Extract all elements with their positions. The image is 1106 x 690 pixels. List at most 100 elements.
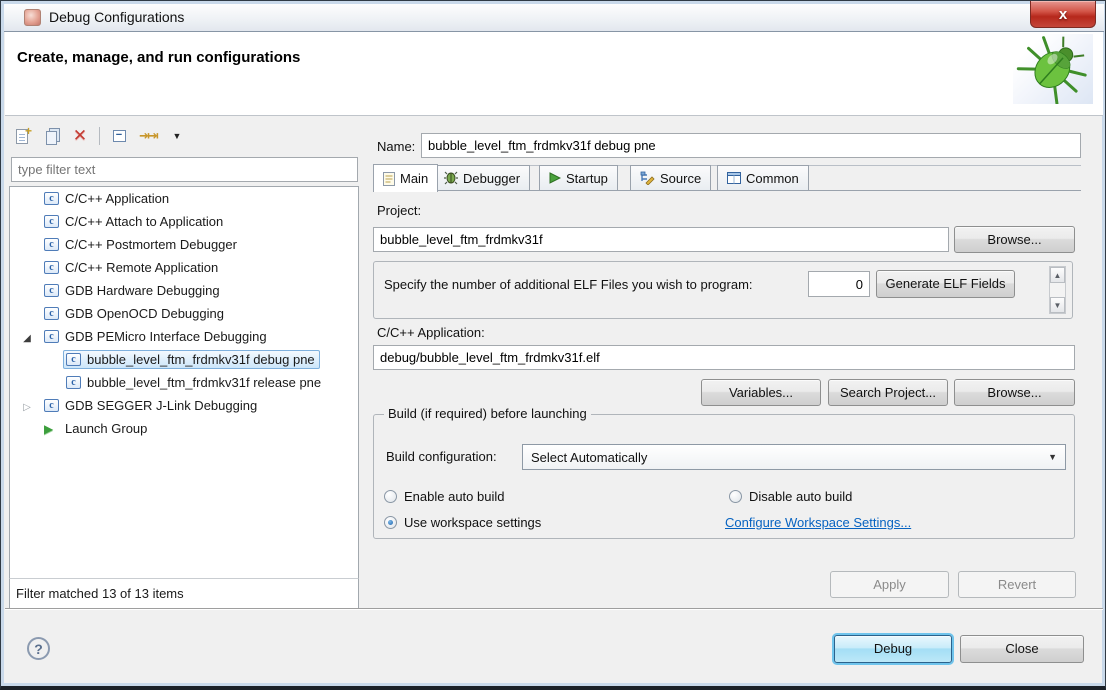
name-label: Name: — [377, 139, 415, 154]
c-source-icon: c — [66, 353, 81, 366]
tree-item-cpp-remote[interactable]: c C/C++ Remote Application — [10, 256, 358, 279]
table-icon — [727, 172, 741, 184]
debug-bug-image — [1013, 34, 1093, 104]
delete-configuration-icon[interactable]: ✕ — [69, 125, 91, 147]
debug-configurations-dialog: Debug Configurations x Create, manage, a… — [0, 0, 1106, 690]
close-button[interactable]: Close — [960, 635, 1084, 663]
c-source-icon: c — [44, 192, 59, 205]
expanded-arrow-icon[interactable]: ◢ — [23, 333, 31, 344]
elf-count-input[interactable] — [808, 271, 870, 297]
tab-common[interactable]: Common — [717, 165, 809, 191]
configurations-tree[interactable]: c C/C++ Application c C/C++ Attach to Ap… — [9, 186, 359, 579]
header-title: Create, manage, and run configurations — [17, 49, 300, 66]
combo-dropdown-icon: ▼ — [1048, 452, 1057, 462]
c-source-icon: c — [44, 307, 59, 320]
c-source-icon: c — [44, 261, 59, 274]
title-bar[interactable]: Debug Configurations x — [4, 4, 1104, 32]
filter-status: Filter matched 13 of 13 items — [9, 578, 359, 609]
tree-item-gdb-segger[interactable]: ▷ c GDB SEGGER J-Link Debugging — [10, 394, 358, 417]
toolbar-menu-arrow-icon[interactable]: ▼ — [166, 125, 188, 147]
tab-startup[interactable]: Startup — [539, 165, 618, 191]
tree-item-label: C/C++ Postmortem Debugger — [65, 237, 237, 252]
scroll-up-icon[interactable]: ▲ — [1050, 267, 1065, 283]
project-label: Project: — [377, 203, 421, 218]
radio-label: Use workspace settings — [404, 515, 541, 530]
tree-item-bubble-release[interactable]: c bubble_level_ftm_frdmkv31f release pne — [10, 371, 358, 394]
radio-unchecked-icon[interactable] — [729, 490, 742, 503]
revert-button[interactable]: Revert — [958, 571, 1076, 598]
tree-item-label: C/C++ Application — [65, 191, 169, 206]
variables-button[interactable]: Variables... — [701, 379, 821, 406]
source-lookup-icon — [640, 171, 655, 185]
tree-item-label: bubble_level_ftm_frdmkv31f release pne — [87, 375, 321, 390]
radio-checked-icon[interactable] — [384, 516, 397, 529]
window-title: Debug Configurations — [49, 9, 184, 25]
duplicate-configuration-icon[interactable] — [40, 125, 62, 147]
configure-workspace-settings-link[interactable]: Configure Workspace Settings... — [725, 515, 911, 530]
generate-elf-fields-button[interactable]: Generate ELF Fields — [876, 270, 1015, 298]
tab-source[interactable]: Source — [630, 165, 711, 191]
c-source-icon: c — [44, 215, 59, 228]
tab-label: Startup — [566, 171, 608, 186]
name-input[interactable] — [421, 133, 1081, 158]
tab-label: Source — [660, 171, 701, 186]
debug-button[interactable]: Debug — [834, 635, 952, 663]
scroll-down-icon[interactable]: ▼ — [1050, 297, 1065, 313]
c-source-icon: c — [44, 330, 59, 343]
filter-input[interactable] — [11, 157, 358, 182]
tree-item-cpp-attach[interactable]: c C/C++ Attach to Application — [10, 210, 358, 233]
search-project-button[interactable]: Search Project... — [828, 379, 948, 406]
build-group: Build (if required) before launching Bui… — [373, 414, 1075, 539]
tree-item-gdb-hardware[interactable]: c GDB Hardware Debugging — [10, 279, 358, 302]
c-source-icon: c — [44, 284, 59, 297]
dialog-header: Create, manage, and run configurations — [5, 32, 1103, 116]
tree-item-cpp-application[interactable]: c C/C++ Application — [10, 187, 358, 210]
launch-group-icon: ▶ — [44, 422, 59, 436]
new-configuration-icon[interactable]: + — [11, 125, 33, 147]
tree-item-label: GDB SEGGER J-Link Debugging — [65, 398, 257, 413]
footer-separator — [5, 608, 1103, 610]
tree-item-label: C/C++ Remote Application — [65, 260, 218, 275]
c-source-icon: c — [44, 238, 59, 251]
tree-item-label: C/C++ Attach to Application — [65, 214, 223, 229]
tree-item-bubble-debug-selected[interactable]: c bubble_level_ftm_frdmkv31f debug pne — [10, 348, 358, 371]
configurations-toolbar: + ✕ − ⇥⇥ ▼ — [11, 123, 211, 149]
elf-count-label: Specify the number of additional ELF Fil… — [384, 277, 753, 292]
selected-tree-item[interactable]: c bubble_level_ftm_frdmkv31f debug pne — [63, 350, 320, 369]
disable-auto-build-option[interactable]: Disable auto build — [729, 489, 852, 504]
tab-label: Debugger — [463, 171, 520, 186]
help-button[interactable]: ? — [27, 637, 50, 660]
collapse-all-icon[interactable]: − — [108, 125, 130, 147]
tree-item-label: GDB Hardware Debugging — [65, 283, 220, 298]
application-input[interactable] — [373, 345, 1075, 370]
enable-auto-build-option[interactable]: Enable auto build — [384, 489, 504, 504]
filter-configurations-icon[interactable]: ⇥⇥ — [137, 125, 159, 147]
c-source-icon: c — [44, 399, 59, 412]
build-configuration-value: Select Automatically — [531, 450, 647, 465]
bug-icon — [444, 171, 458, 185]
tree-item-launch-group[interactable]: ▶ Launch Group — [10, 417, 358, 440]
collapsed-arrow-icon[interactable]: ▷ — [23, 402, 31, 413]
build-group-legend: Build (if required) before launching — [384, 406, 591, 421]
tree-item-label: GDB OpenOCD Debugging — [65, 306, 224, 321]
use-workspace-settings-option[interactable]: Use workspace settings — [384, 515, 541, 530]
tab-debugger[interactable]: Debugger — [434, 165, 530, 191]
tree-item-cpp-postmortem[interactable]: c C/C++ Postmortem Debugger — [10, 233, 358, 256]
build-configuration-select[interactable]: Select Automatically ▼ — [522, 444, 1066, 470]
tab-label: Common — [746, 171, 799, 186]
c-source-icon: c — [66, 376, 81, 389]
radio-unchecked-icon[interactable] — [384, 490, 397, 503]
project-input[interactable] — [373, 227, 949, 252]
tab-label: Main — [400, 171, 428, 186]
elf-files-group: Specify the number of additional ELF Fil… — [373, 261, 1073, 319]
tree-item-label: bubble_level_ftm_frdmkv31f debug pne — [87, 352, 315, 367]
play-icon — [549, 172, 561, 184]
application-browse-button[interactable]: Browse... — [954, 379, 1075, 406]
close-window-button[interactable]: x — [1030, 1, 1096, 28]
apply-button[interactable]: Apply — [830, 571, 949, 598]
elf-group-scrollbar[interactable]: ▲ ▼ — [1049, 266, 1066, 314]
tree-item-gdb-pemicro[interactable]: ◢ c GDB PEMicro Interface Debugging — [10, 325, 358, 348]
tab-main[interactable]: Main — [373, 164, 438, 192]
project-browse-button[interactable]: Browse... — [954, 226, 1075, 253]
tree-item-gdb-openocd[interactable]: c GDB OpenOCD Debugging — [10, 302, 358, 325]
